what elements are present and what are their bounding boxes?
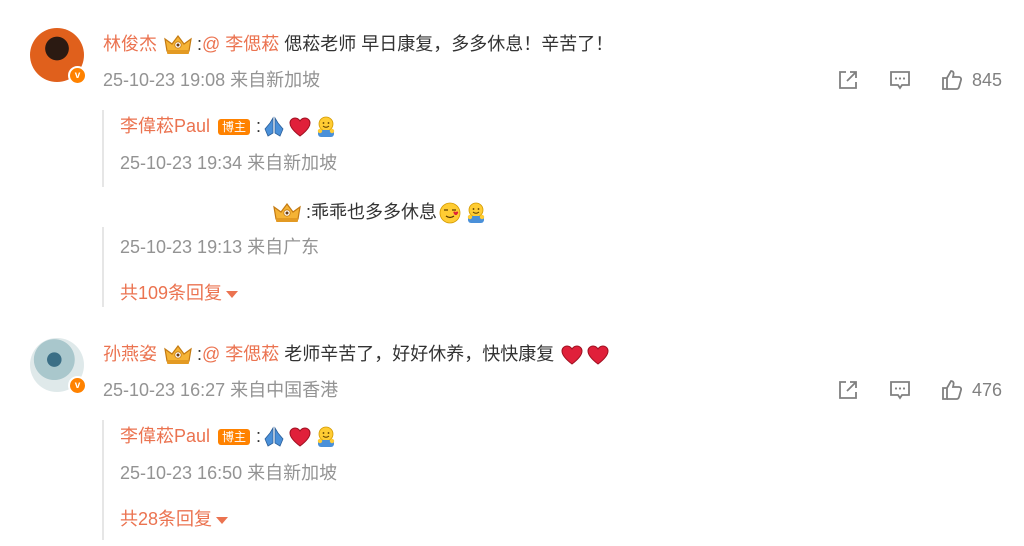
- comment-text: 老师辛苦了，好好休养，快快康复: [279, 344, 555, 364]
- separator: :: [256, 426, 262, 446]
- comment-actions: 845: [808, 67, 1002, 93]
- comment-text: 偲菘老师 早日康复，多多休息！辛苦了！: [279, 34, 614, 54]
- comment-meta: 25-10-23 19:08 来自新加坡: [103, 70, 321, 90]
- reply-meta-row: 25-10-23 19:13 来自广东 共109条回复: [102, 227, 982, 307]
- like-count: 845: [971, 69, 1002, 90]
- reply-line: 李偉菘Paul 博主:: [120, 424, 339, 449]
- verified-icon: v: [68, 66, 87, 85]
- comment-meta: 25-10-23 16:27 来自中国香港: [103, 380, 339, 400]
- mention-link[interactable]: @ 李偲菘: [202, 34, 279, 54]
- caret-down-icon: [216, 516, 229, 524]
- reply-item: 李偉菘Paul 博主: 25-10-23 19:34 来自新加坡: [102, 110, 982, 187]
- pray-emoji-icon: [262, 425, 286, 449]
- crown-icon: [272, 201, 302, 225]
- hug-emoji-icon: [314, 115, 338, 139]
- verified-icon: v: [68, 376, 87, 395]
- reply-meta: 25-10-23 16:50 来自新加坡: [120, 463, 338, 483]
- share-icon[interactable]: [836, 378, 860, 402]
- love-face-emoji-icon: [438, 201, 462, 225]
- comment-line: 孙燕姿:@ 李偲菘 老师辛苦了，好好休养，快快康复: [103, 342, 611, 367]
- crown-icon: [163, 343, 193, 367]
- commenter-name[interactable]: 孙燕姿: [103, 344, 157, 364]
- reply-author-name[interactable]: 李偉菘Paul: [120, 116, 210, 136]
- reply-line: 李偉菘Paul 博主:: [120, 114, 339, 139]
- reply-item: 李偉菘Paul 博主: 25-10-23 16:50 来自新加坡 共28条回复: [102, 420, 982, 540]
- thumbs-up-icon[interactable]: [940, 378, 964, 402]
- pray-emoji-icon: [262, 115, 286, 139]
- hug-emoji-icon: [314, 425, 338, 449]
- author-badge: 博主: [218, 429, 251, 446]
- crown-icon: [163, 33, 193, 57]
- caret-down-icon: [226, 290, 239, 298]
- author-badge: 博主: [218, 119, 251, 136]
- heart-emoji-icon: [288, 425, 312, 449]
- commenter-name[interactable]: 林俊杰: [103, 34, 157, 54]
- separator: :: [256, 116, 262, 136]
- reply-author-name[interactable]: 李偉菘Paul: [120, 426, 210, 446]
- comment-line: 林俊杰:@ 李偲菘 偲菘老师 早日康复，多多休息！辛苦了！: [103, 32, 613, 57]
- comment-actions: 476: [808, 377, 1002, 403]
- reply-meta: 25-10-23 19:13 来自广东: [120, 237, 320, 257]
- reply-text: 乖乖也多多休息: [311, 202, 438, 222]
- more-replies-label: 共109条回复: [120, 283, 223, 303]
- heart-emoji-icon: [288, 115, 312, 139]
- mention-link[interactable]: @ 李偲菘: [202, 344, 279, 364]
- comment-icon[interactable]: [888, 378, 912, 402]
- more-replies-link[interactable]: 共28条回复: [120, 507, 229, 531]
- heart-emoji-icon: [560, 343, 584, 367]
- share-icon[interactable]: [836, 68, 860, 92]
- hug-emoji-icon: [464, 201, 488, 225]
- more-replies-label: 共28条回复: [120, 509, 213, 529]
- reply-meta: 25-10-23 19:34 来自新加坡: [120, 153, 338, 173]
- more-replies-link[interactable]: 共109条回复: [120, 281, 239, 305]
- like-count: 476: [971, 379, 1002, 400]
- heart-emoji-icon: [586, 343, 610, 367]
- thumbs-up-icon[interactable]: [940, 68, 964, 92]
- reply-line: :乖乖也多多休息: [272, 200, 489, 225]
- comment-icon[interactable]: [888, 68, 912, 92]
